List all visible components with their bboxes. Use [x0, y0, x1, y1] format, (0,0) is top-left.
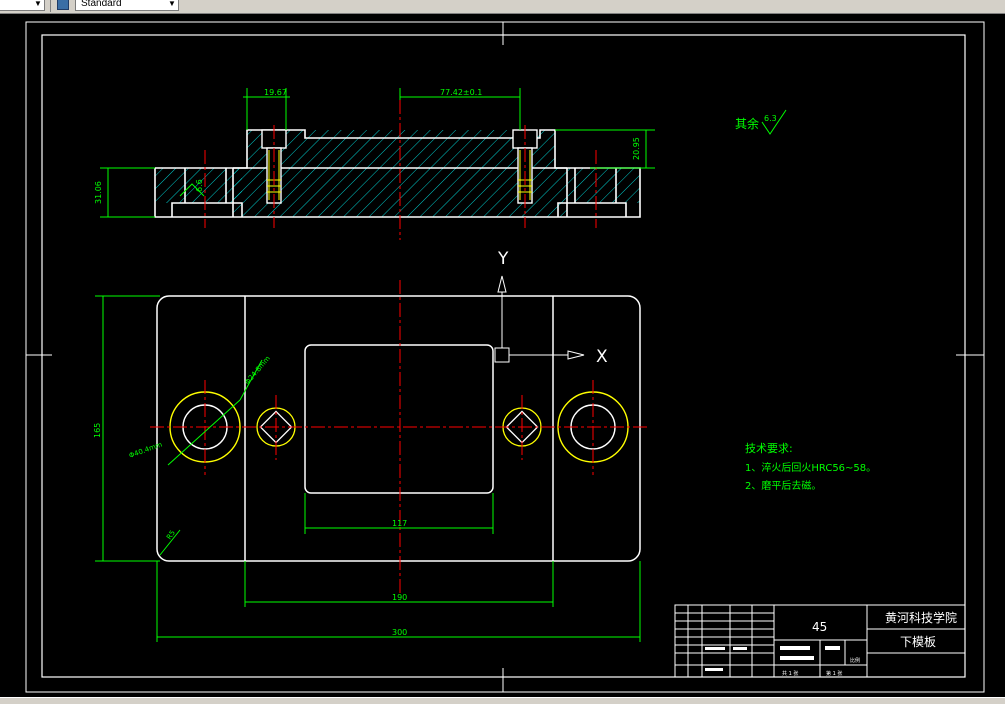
title-scale-label: 比例 — [850, 657, 860, 664]
dim-overall-width: 300 — [392, 628, 407, 637]
roughness-value: 6.3 — [764, 114, 777, 123]
dim-corner: R5 — [165, 529, 177, 541]
center-opening — [304, 344, 494, 494]
dim-step: 6.6 — [195, 179, 204, 192]
outer-frame — [25, 21, 985, 693]
section-hatch-right-lug — [568, 168, 640, 203]
ucs-icon — [494, 275, 585, 363]
dim-right-height: 20.95 — [632, 137, 641, 160]
drawing-canvas[interactable]: 19.67 77.42±0.1 31.06 20.95 6.6 Y X 165 … — [0, 14, 1005, 697]
text-style-combo[interactable]: Standard ▼ — [75, 0, 179, 11]
tech-line-2: 2、磨平后去磁。 — [745, 479, 821, 492]
text-style-icon[interactable] — [57, 0, 69, 10]
toolbar: ▼ Standard ▼ — [0, 0, 1005, 14]
section-hatch-upper — [247, 130, 555, 169]
dim-pin-hole: Φ24.8mm — [243, 354, 272, 386]
axis-y-label: Y — [497, 249, 509, 269]
dim-bolt-hole: Φ40.4mm — [128, 440, 164, 459]
section-view: 19.67 77.42±0.1 31.06 20.95 6.6 — [94, 88, 655, 240]
tech-line-1: 1、淬火后回火HRC56~58。 — [745, 461, 876, 474]
frame-center-marks — [26, 22, 984, 692]
title-sheet-label-2: 第 1 张 — [826, 670, 842, 677]
chevron-down-icon[interactable]: ▼ — [167, 0, 177, 9]
tech-requirements: 技术要求: 1、淬火后回火HRC56~58。 2、磨平后去磁。 — [745, 442, 876, 492]
axis-x-label: X — [596, 347, 608, 367]
dim-inner-width: 117 — [392, 519, 407, 528]
roughness-note: 其余 6.3 — [735, 109, 787, 135]
chevron-down-icon[interactable]: ▼ — [33, 0, 43, 9]
left-recess — [171, 202, 243, 217]
dim-top-center: 77.42±0.1 — [440, 88, 482, 97]
toolbar-separator — [50, 0, 51, 12]
dim-top-left: 19.67 — [264, 88, 287, 97]
right-recess — [557, 202, 627, 217]
text-style-combo-value: Standard — [81, 0, 122, 9]
layer-combo[interactable]: ▼ — [0, 0, 45, 11]
dim-left-height: 31.06 — [94, 181, 103, 204]
title-school: 黄河科技学院 — [885, 610, 957, 625]
title-part-name: 下模板 — [900, 635, 936, 649]
title-block: 45 黄河科技学院 下模板 比例 共 1 张 第 1 张 — [674, 604, 966, 678]
title-sheet-label: 共 1 张 — [782, 670, 798, 677]
title-material: 45 — [812, 620, 827, 634]
dim-mid-width: 190 — [392, 593, 407, 602]
plan-view: Y X 165 117 190 300 R5 Φ24.8mm Φ40.4mm — [93, 249, 650, 642]
dim-height: 165 — [93, 423, 102, 438]
tech-title: 技术要求: — [745, 442, 793, 455]
roughness-label: 其余 — [735, 116, 759, 131]
